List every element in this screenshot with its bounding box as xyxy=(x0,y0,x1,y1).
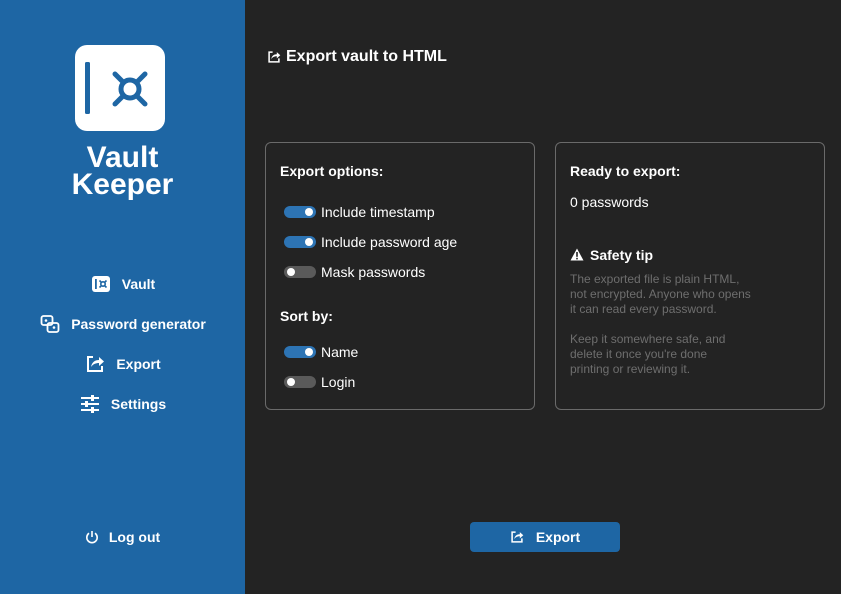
sidebar-item-password-generator[interactable]: Password generator xyxy=(0,312,245,336)
app-logo xyxy=(75,45,165,131)
warning-icon xyxy=(570,248,586,262)
safety-tip-text-1: The exported file is plain HTML, not enc… xyxy=(570,272,770,317)
password-count: 0 passwords xyxy=(570,194,649,210)
toggle-switch[interactable] xyxy=(284,206,316,218)
logout-label: Log out xyxy=(108,529,161,545)
sidebar-item-label: Settings xyxy=(110,396,167,412)
toggle-label: Include password age xyxy=(321,234,458,250)
tip-line: not encrypted. Anyone who opens xyxy=(570,287,751,301)
toggle-switch[interactable] xyxy=(284,266,316,278)
page-title-text: Export vault to HTML xyxy=(286,48,447,65)
sort-name-toggle[interactable]: Name xyxy=(284,343,358,361)
app-name-line2: Keeper xyxy=(71,168,174,201)
sidebar-item-label: Export xyxy=(116,356,161,372)
toggle-label: Mask passwords xyxy=(321,264,426,280)
sidebar-item-settings[interactable]: Settings xyxy=(0,392,245,416)
export-button[interactable]: Export xyxy=(470,522,620,552)
export-share-icon xyxy=(84,354,106,374)
tip-line: it can read every password. xyxy=(570,302,717,316)
sidebar-item-label: Password generator xyxy=(71,316,206,332)
toggle-label: Login xyxy=(321,374,356,390)
include-timestamp-toggle[interactable]: Include timestamp xyxy=(284,203,435,221)
safety-tip-title: Safety tip xyxy=(570,247,653,263)
power-icon xyxy=(85,527,99,547)
vault-dial-icon xyxy=(85,62,148,114)
safety-tip-label: Safety tip xyxy=(590,247,654,263)
sliders-icon xyxy=(79,394,101,414)
tip-line: delete it once you're done xyxy=(570,347,708,361)
toggle-switch[interactable] xyxy=(284,376,316,388)
safety-tip-text-2: Keep it somewhere safe, and delete it on… xyxy=(570,332,770,377)
sort-by-heading: Sort by: xyxy=(280,308,333,324)
ready-heading: Ready to export: xyxy=(570,163,681,179)
sidebar-item-vault[interactable]: Vault xyxy=(0,272,245,296)
toggle-label: Name xyxy=(321,344,359,360)
sidebar: Vault Keeper Vault Password generator Ex… xyxy=(0,0,245,594)
tip-line: Keep it somewhere safe, and xyxy=(570,332,726,346)
tip-line: printing or reviewing it. xyxy=(570,362,691,376)
toggle-switch[interactable] xyxy=(284,236,316,248)
export-options-heading: Export options: xyxy=(280,163,384,179)
logout-button[interactable]: Log out xyxy=(0,525,245,549)
sidebar-item-label: Vault xyxy=(121,276,156,292)
mask-passwords-toggle[interactable]: Mask passwords xyxy=(284,263,425,281)
export-share-icon xyxy=(267,50,281,64)
ready-to-export-card: Ready to export: 0 passwords Safety tip … xyxy=(555,142,825,410)
tip-line: The exported file is plain HTML, xyxy=(570,272,740,286)
vault-icon xyxy=(90,274,112,294)
page-title: Export vault to HTML xyxy=(267,46,447,68)
sort-login-toggle[interactable]: Login xyxy=(284,373,355,391)
toggle-switch[interactable] xyxy=(284,346,316,358)
password-generator-icon xyxy=(39,314,61,334)
export-options-card: Export options: Include timestamp Includ… xyxy=(265,142,535,410)
sidebar-item-export[interactable]: Export xyxy=(0,352,245,376)
export-button-label: Export xyxy=(535,529,581,545)
include-password-age-toggle[interactable]: Include password age xyxy=(284,233,457,251)
toggle-label: Include timestamp xyxy=(321,204,435,220)
export-share-icon xyxy=(510,530,524,544)
